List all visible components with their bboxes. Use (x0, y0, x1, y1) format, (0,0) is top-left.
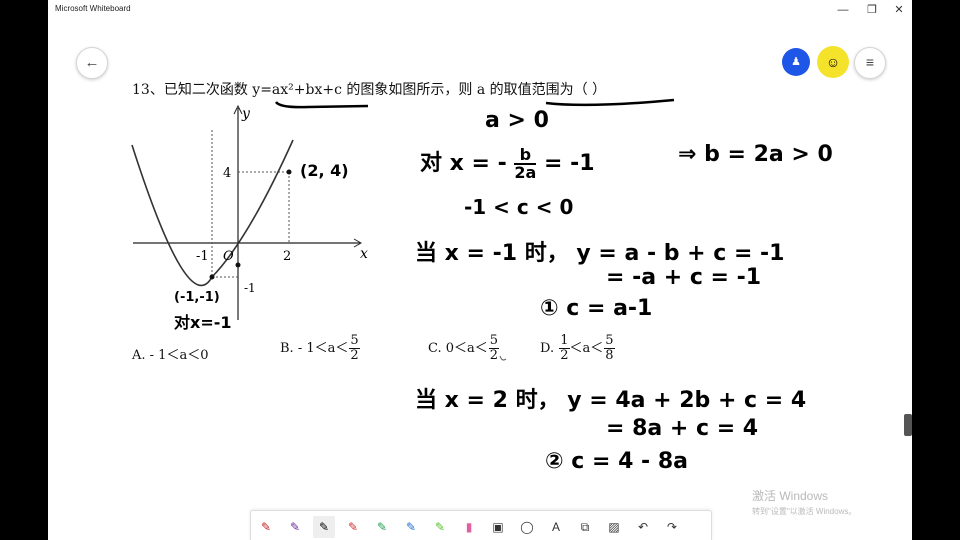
option-a: A. - 1＜a＜0 (132, 348, 209, 363)
cursor-mark (499, 355, 507, 361)
problem-formula: y=ax²+bx+c (252, 82, 342, 98)
option-b-den: 2 (350, 348, 359, 363)
ink-axis-note: 对x=-1 (174, 313, 232, 330)
tick-y-neg1: -1 (244, 281, 256, 295)
hamburger-menu-icon: ≡ (865, 54, 875, 70)
user-avatar-button[interactable]: ♟ (782, 48, 810, 76)
pen-blue-icon[interactable]: ✎ (400, 516, 422, 538)
y-intercept-point (235, 262, 241, 268)
pen-purple-icon[interactable]: ✎ (284, 516, 306, 538)
whiteboard-window: Microsoft Whiteboard — ❐ ✕ ← ♟ ☺ ≡ 13、已知… (48, 0, 912, 540)
ink-line-9: ② c = 4 - 8a (545, 449, 688, 474)
undo-icon[interactable]: ↶ (632, 516, 654, 538)
pen-black-icon[interactable]: ✎ (313, 516, 335, 538)
ink-frac-den: 2a (514, 163, 537, 182)
pen-red2-icon[interactable]: ✎ (342, 516, 364, 538)
origin-label: O (223, 249, 234, 264)
option-c: C. 0＜a＜ 5 2 (428, 333, 500, 363)
ink-line-2b: = -1 (544, 151, 595, 176)
vertex-point (209, 274, 215, 280)
redo-icon[interactable]: ↷ (661, 516, 683, 538)
pen-green-icon[interactable]: ✎ (371, 516, 393, 538)
ink-line-1: a > 0 (485, 108, 549, 133)
close-button[interactable]: ✕ (884, 0, 912, 20)
eraser-icon[interactable]: ▣ (487, 516, 509, 538)
problem-number: 13、 (132, 82, 164, 98)
problem-statement: 13、已知二次函数 y=ax²+bx+c 的图象如图所示，则 a 的取值范围为（… (132, 79, 606, 99)
ink-line-6: ① c = a-1 (540, 296, 653, 321)
ink-line-2c: ⇒ b = 2a > 0 (678, 142, 833, 167)
ink-line-2a: 对 x = - (420, 151, 507, 176)
collaborators-button[interactable]: ☺ (817, 46, 849, 78)
lasso-icon[interactable]: ◯ (516, 516, 538, 538)
image-icon[interactable]: ▨ (603, 516, 625, 538)
ink-line-5: = -a + c = -1 (606, 265, 762, 290)
point-2-4 (286, 169, 292, 175)
ink-line-8: = 8a + c = 4 (606, 416, 759, 441)
parabola-graph: y x O -1 2 4 -1 (2, 4) (-1,-1) 对x=-1 (131, 104, 368, 330)
person-icon: ♟ (791, 56, 801, 68)
x-axis-label: x (360, 246, 368, 262)
restore-button[interactable]: ❐ (857, 0, 887, 20)
ink-line-2: 对 x = - b 2a = -1 (420, 145, 595, 181)
option-d-prefix: D. (540, 341, 555, 356)
settings-menu-button[interactable]: ≡ (854, 47, 886, 79)
option-c-prefix: C. 0＜a＜ (428, 341, 488, 356)
option-d-mid: ＜a＜ (569, 341, 604, 356)
watermark-line2: 转到"设置"以激活 Windows。 (752, 507, 857, 516)
pen-red-icon[interactable]: ✎ (255, 516, 277, 538)
arrow-left-icon: ← (84, 54, 100, 71)
window-title: Microsoft Whiteboard (55, 4, 131, 13)
ink-underline-question (545, 98, 675, 107)
minimize-button[interactable]: — (828, 0, 858, 20)
scrollbar-thumb[interactable] (904, 414, 912, 436)
ink-line-3: -1 < c < 0 (464, 195, 574, 219)
option-d-num1: 1 (559, 333, 570, 349)
option-b: B. - 1＜a＜ 5 2 (280, 334, 360, 363)
problem-text-before: 已知二次函数 (163, 82, 253, 98)
option-d-den1: 2 (560, 348, 569, 363)
text-icon[interactable]: A (545, 516, 567, 538)
option-d-den2: 8 (605, 348, 614, 363)
option-b-num: 5 (349, 333, 360, 349)
y-axis-label: y (241, 106, 251, 122)
tick-x-2: 2 (283, 249, 291, 264)
inking-toolbar: ✎ ✎ ✎ ✎ ✎ ✎ ✎ ▮ ▣ ◯ A ⧉ ▨ ↶ ↷ (250, 510, 712, 540)
ink-point-label: (2, 4) (300, 161, 349, 180)
option-b-prefix: B. - 1＜a＜ (280, 341, 349, 356)
highlighter-green-icon[interactable]: ✎ (429, 516, 451, 538)
ink-line-4: 当 x = -1 时， y = a - b + c = -1 (415, 241, 785, 266)
sticky-note-icon[interactable]: ⧉ (574, 516, 596, 538)
option-c-num: 5 (488, 333, 500, 349)
option-d-num2: 5 (604, 333, 615, 349)
ink-vertex-label: (-1,-1) (174, 290, 220, 305)
highlighter-pink-icon[interactable]: ▮ (458, 516, 480, 538)
back-button[interactable]: ← (76, 47, 108, 79)
watermark-line1: 激活 Windows (752, 489, 829, 503)
tick-x-neg1: -1 (196, 249, 209, 264)
tick-y-4: 4 (223, 166, 231, 181)
title-bar: Microsoft Whiteboard — ❐ ✕ (48, 0, 912, 20)
problem-text-after: 的图象如图所示，则 a 的取值范围为（ ） (341, 82, 607, 98)
collaborator-icon: ☺ (825, 54, 841, 70)
option-c-den: 2 (489, 348, 499, 363)
option-d: D. 1 2 ＜a＜ 5 8 (540, 334, 615, 363)
ink-line-7: 当 x = 2 时， y = 4a + 2b + c = 4 (415, 388, 807, 413)
activate-windows-watermark: 激活 Windows 转到"设置"以激活 Windows。 (752, 487, 856, 517)
